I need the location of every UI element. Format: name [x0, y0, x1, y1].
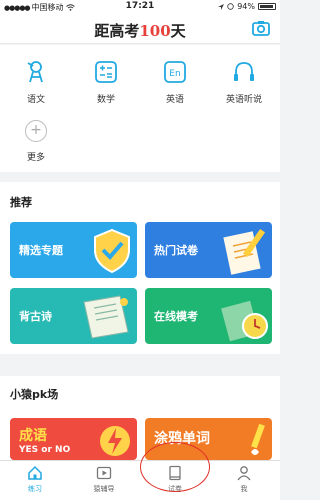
book-clock-icon	[221, 300, 268, 342]
subject-label: 英语	[165, 95, 184, 105]
card-label: 成语	[19, 428, 47, 444]
svg-text:En: En	[169, 69, 180, 79]
section-title: 小猿pk场	[10, 388, 59, 401]
subject-label: 语文	[26, 95, 45, 105]
plus-icon: +	[25, 120, 47, 142]
battery-icon	[258, 3, 276, 10]
camera-icon[interactable]	[252, 20, 270, 36]
page-title: 距高考100天	[0, 20, 280, 41]
paper-pencil-icon	[223, 228, 266, 275]
card-label: 在线模考	[154, 310, 198, 323]
math-icon	[95, 61, 117, 83]
chinese-icon	[27, 61, 43, 83]
recommend-section: 推荐 精选专题 热门试卷 背古诗 在线模考	[0, 182, 280, 354]
highlight-circle	[140, 442, 210, 492]
section-title: 推荐	[10, 196, 32, 209]
status-right: 94%	[218, 2, 276, 11]
subject-label: 更多	[26, 153, 45, 163]
subject-math[interactable]: 数学	[76, 60, 136, 105]
english-icon: En	[164, 61, 186, 83]
tab-me[interactable]: 我	[224, 465, 264, 494]
card-online-mock-exam[interactable]: 在线模考	[145, 288, 272, 344]
shield-check-icon	[94, 228, 130, 274]
scroll-icon	[83, 295, 129, 339]
title-suffix: 天	[170, 22, 186, 40]
card-popular-papers[interactable]: 热门试卷	[145, 222, 272, 278]
tab-practice[interactable]: 练习	[15, 465, 55, 494]
video-icon	[96, 466, 112, 480]
card-ancient-poems[interactable]: 背古诗	[10, 288, 137, 344]
tab-tutoring[interactable]: 猿辅导	[84, 465, 124, 494]
alarm-icon	[227, 3, 234, 10]
countdown-days: 100	[139, 22, 171, 40]
tab-label: 我	[240, 485, 248, 493]
card-label: 精选专题	[19, 244, 63, 257]
subject-grid: 语文 数学 En 英语 英语听说 + 更多	[0, 45, 280, 172]
tab-label: 猿辅导	[93, 485, 115, 493]
subject-chinese[interactable]: 语文	[6, 60, 66, 105]
tab-label: 练习	[28, 485, 42, 493]
location-icon	[218, 3, 225, 10]
subject-label: 英语听说	[225, 95, 262, 105]
subject-english-listening[interactable]: 英语听说	[214, 60, 274, 105]
subject-more[interactable]: + 更多	[6, 120, 66, 163]
headphones-icon	[234, 62, 254, 81]
lightning-badge-icon	[100, 426, 130, 456]
app-header: 距高考100天	[0, 14, 280, 44]
subject-label: 数学	[96, 95, 115, 105]
title-prefix: 距高考	[94, 22, 140, 40]
home-icon	[28, 465, 42, 480]
user-icon	[237, 466, 251, 481]
battery-percent: 94%	[237, 2, 255, 11]
card-label: 背古诗	[19, 310, 52, 323]
card-sublabel: YES or NO	[19, 445, 71, 455]
status-bar: ●●●●● 中国移动 17:21 94%	[0, 0, 280, 14]
pk-section: 小猿pk场 成语 YES or NO 涂鸦单词	[0, 376, 280, 460]
subject-english[interactable]: En 英语	[145, 60, 205, 105]
card-idiom-pk[interactable]: 成语 YES or NO	[10, 418, 137, 460]
brush-icon	[251, 423, 265, 455]
card-label: 热门试卷	[154, 244, 198, 257]
card-featured-topics[interactable]: 精选专题	[10, 222, 137, 278]
